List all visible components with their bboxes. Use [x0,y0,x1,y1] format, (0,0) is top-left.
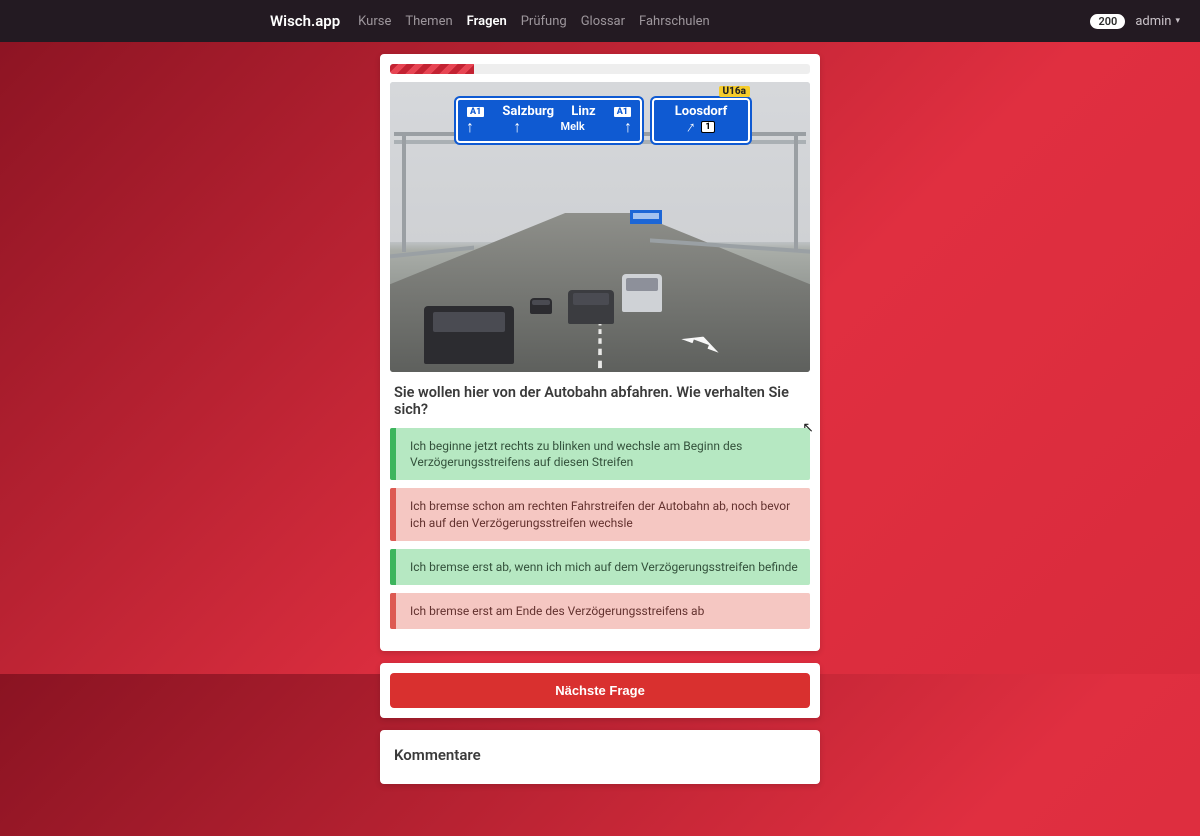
nav-link-fahrschulen[interactable]: Fahrschulen [639,14,710,29]
overhead-sign-right: U16a Loosdorf ↑ 1 [652,98,750,143]
comments-card: Kommentare [380,730,820,784]
up-arrow-icon: ↑ [624,119,632,135]
question-card: A1 Salzburg Linz A1 ↑ ↑ Melk ↑ [380,54,820,651]
nav-link-fragen[interactable]: Fragen [467,14,507,29]
route-badge: A1 [613,106,632,118]
exit-number-badge: U16a [719,86,751,97]
nav-links: Kurse Themen Fragen Prüfung Glossar Fahr… [358,14,1090,29]
distant-sign-icon [630,210,662,224]
sign-city: Salzburg [502,104,554,119]
up-arrow-icon: ↑ [513,119,521,135]
answer-option[interactable]: Ich beginne jetzt rechts zu blinken und … [390,428,810,480]
question-text: Sie wollen hier von der Autobahn abfahre… [390,372,810,424]
exit-arrow-icon: ↑ [684,118,700,136]
answer-option[interactable]: Ich bremse erst am Ende des Verzögerungs… [390,593,810,629]
van-icon [622,274,662,312]
next-card: Nächste Frage [380,663,820,718]
sign-city: Linz [571,104,595,119]
up-arrow-icon: ↑ [466,119,474,135]
sign-city: Loosdorf [675,104,728,119]
car-icon [530,298,552,314]
quiz-progress [390,64,810,74]
answer-option[interactable]: Ich bremse schon am rechten Fahrstreifen… [390,488,810,540]
quiz-progress-bar [390,64,474,74]
nav-link-glossar[interactable]: Glossar [581,14,625,29]
car-icon [424,306,514,364]
user-menu[interactable]: admin ▾ [1135,14,1180,29]
nav-link-pruefung[interactable]: Prüfung [521,14,567,29]
chevron-down-icon: ▾ [1175,16,1180,26]
nav-link-themen[interactable]: Themen [405,14,452,29]
answer-list: ↖ Ich beginne jetzt rechts zu blinken un… [390,424,810,629]
answer-option[interactable]: Ich bremse erst ab, wenn ich mich auf de… [390,549,810,585]
overhead-sign-left: A1 Salzburg Linz A1 ↑ ↑ Melk ↑ [456,98,642,143]
next-question-button[interactable]: Nächste Frage [390,673,810,708]
car-icon [568,290,614,324]
sign-city-sub: Melk [561,120,585,133]
route-badge: A1 [466,106,485,118]
nav-link-kurse[interactable]: Kurse [358,14,391,29]
comments-heading: Kommentare [390,742,810,764]
route-badge: 1 [701,121,714,133]
user-name: admin [1135,14,1171,29]
top-navbar: Wisch.app Kurse Themen Fragen Prüfung Gl… [0,0,1200,42]
brand[interactable]: Wisch.app [270,12,340,30]
scenario-image: A1 Salzburg Linz A1 ↑ ↑ Melk ↑ [390,82,810,372]
credits-badge[interactable]: 200 [1090,14,1125,29]
